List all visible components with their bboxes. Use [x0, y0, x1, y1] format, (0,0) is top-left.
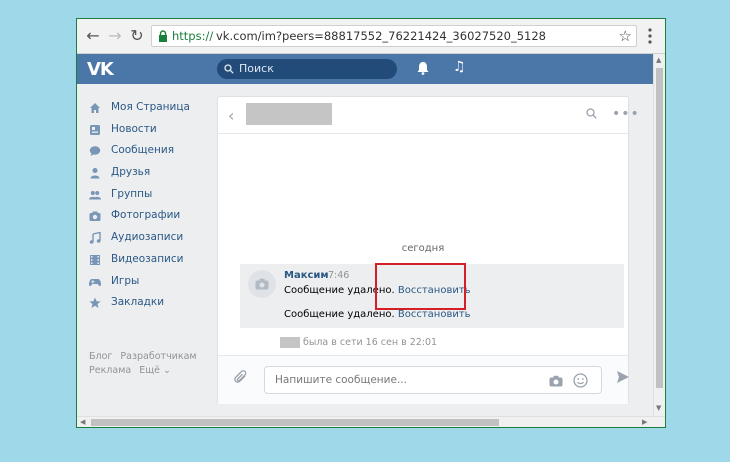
vertical-scrollbar[interactable]: ▲ ▼ [653, 54, 665, 416]
browser-menu-icon[interactable] [647, 27, 653, 45]
camera-icon [255, 278, 269, 290]
sidebar-item-news[interactable]: Новости [87, 120, 207, 142]
chat-title-redacted [246, 103, 332, 125]
scroll-down-arrow-icon[interactable]: ▼ [656, 404, 661, 412]
footer-blog-link[interactable]: Блог [89, 351, 112, 362]
search-icon [224, 64, 234, 74]
page-content: Моя Страница Новости Сообщения Друзья Гр… [77, 84, 653, 416]
bell-icon[interactable] [417, 61, 429, 75]
sidebar-item-bookmarks[interactable]: Закладки [87, 293, 207, 315]
sidebar-item-photos[interactable]: Фотографии [87, 206, 207, 228]
bookmark-star-icon[interactable]: ☆ [619, 27, 632, 45]
last-seen-text: была в сети 16 сен в 22:01 [303, 337, 438, 348]
forward-button[interactable]: → [105, 26, 125, 46]
search-placeholder: Поиск [239, 62, 274, 75]
chat-panel: ‹ ••• сегодня Максим 7:46 Сообщение удал… [217, 96, 639, 404]
highlight-box [375, 263, 466, 310]
day-separator: сегодня [401, 243, 445, 254]
vk-logo[interactable]: VK [87, 59, 114, 80]
music-icon[interactable]: ♫ [453, 59, 466, 75]
back-button[interactable]: ← [83, 26, 103, 46]
footer-more-link[interactable]: Ещё ⌄ [139, 365, 171, 376]
footer-ads-link[interactable]: Реклама [89, 365, 131, 376]
browser-window: ← → ↻ https:// vk.com/im?peers=88817552_… [76, 18, 666, 428]
sidebar-item-label: Друзья [111, 166, 151, 179]
browser-toolbar: ← → ↻ https:// vk.com/im?peers=88817552_… [77, 19, 665, 54]
vertical-scroll-thumb[interactable] [656, 68, 663, 388]
deleted-message-text: Сообщение удалено. [284, 309, 395, 320]
sidebar-item-label: Моя Страница [111, 101, 190, 113]
camera-icon[interactable] [549, 375, 563, 387]
scroll-up-arrow-icon[interactable]: ▲ [656, 56, 661, 64]
address-bar[interactable]: https:// vk.com/im?peers=88817552_762214… [151, 25, 637, 47]
search-icon[interactable] [586, 108, 597, 119]
more-icon[interactable]: ••• [612, 106, 640, 122]
avatar[interactable] [248, 270, 276, 298]
url-protocol: https:// [172, 29, 214, 43]
sidebar-item-groups[interactable]: Группы [87, 185, 207, 207]
photos-icon [89, 211, 101, 222]
horizontal-scrollbar[interactable]: ◀ ▶ [77, 416, 665, 427]
sidebar-item-label: Закладки [111, 296, 165, 309]
deleted-message: Сообщение удалено. Восстановить [284, 309, 471, 320]
games-icon [89, 278, 101, 286]
sidebar-item-friends[interactable]: Друзья [87, 163, 207, 185]
sidebar-item-my-page[interactable]: Моя Страница [87, 98, 207, 120]
footer-developers-link[interactable]: Разработчикам [120, 351, 196, 362]
message-time: 7:46 [328, 270, 350, 281]
sidebar-item-label: Группы [111, 187, 153, 200]
chat-header: ‹ ••• [218, 97, 639, 134]
restore-link[interactable]: Восстановить [398, 309, 471, 320]
horizontal-scroll-thumb[interactable] [91, 419, 499, 426]
lock-icon [159, 30, 167, 42]
sidebar-item-label: Фотографии [111, 209, 181, 222]
paperclip-icon[interactable] [234, 370, 248, 386]
sidebar-item-games[interactable]: Игры [87, 272, 207, 294]
news-icon [90, 124, 100, 135]
sidebar-item-label: Сообщения [111, 144, 175, 157]
url-text: vk.com/im?peers=88817552_76221424_360275… [216, 29, 546, 43]
scroll-right-arrow-icon[interactable]: ▶ [642, 418, 647, 426]
video-icon [90, 254, 100, 265]
redacted-name [280, 337, 300, 348]
audio-icon [89, 232, 101, 244]
sidebar-item-audio[interactable]: Аудиозаписи [87, 228, 207, 250]
message-author[interactable]: Максим [284, 270, 329, 281]
messages-icon [89, 146, 101, 157]
groups-icon [89, 190, 101, 200]
scroll-left-arrow-icon[interactable]: ◀ [80, 418, 85, 426]
send-icon[interactable] [616, 370, 630, 384]
sidebar-item-label: Аудиозаписи [111, 231, 184, 244]
sidebar-item-video[interactable]: Видеозаписи [87, 250, 207, 272]
reload-button[interactable]: ↻ [127, 26, 147, 46]
vk-header: VK Поиск ♫ [77, 54, 653, 84]
last-seen-status: была в сети 16 сен в 22:01 [280, 337, 437, 348]
sidebar-item-label: Видеозаписи [111, 252, 184, 265]
bookmarks-icon [89, 297, 101, 309]
message-input-placeholder: Напишите сообщение... [275, 374, 407, 386]
search-input[interactable]: Поиск [217, 59, 397, 79]
sidebar-item-label: Игры [111, 274, 140, 287]
back-chevron-icon[interactable]: ‹ [228, 106, 234, 125]
sidebar-footer: Блог Разработчикам Реклама Ещё ⌄ [89, 350, 205, 378]
sidebar-item-messages[interactable]: Сообщения [87, 141, 207, 163]
emoji-icon[interactable] [573, 373, 588, 388]
sidebar-item-label: Новости [111, 122, 157, 135]
message-input[interactable]: Напишите сообщение... [264, 366, 602, 394]
sidebar: Моя Страница Новости Сообщения Друзья Гр… [87, 98, 207, 315]
friends-icon [90, 168, 100, 179]
message-composer: Напишите сообщение... [218, 355, 630, 404]
home-icon [90, 103, 100, 113]
